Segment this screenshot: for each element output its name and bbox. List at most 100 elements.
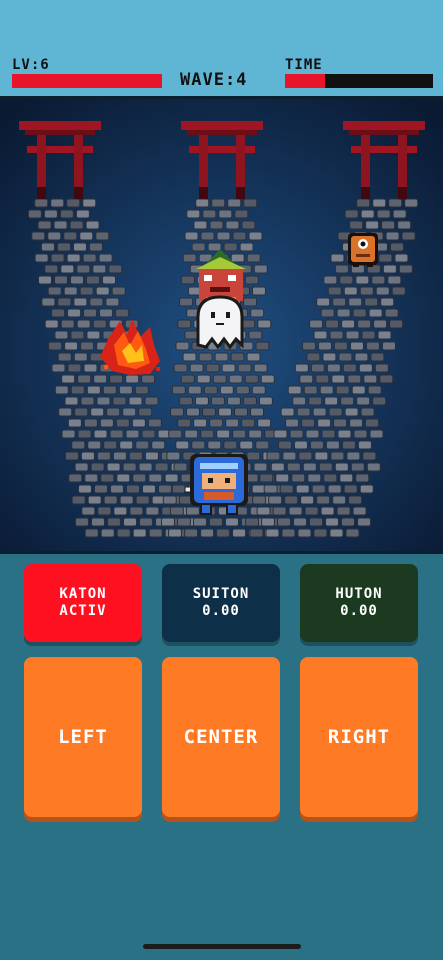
cobblestone (70, 275, 85, 285)
cobblestone (369, 429, 384, 439)
cobblestone (253, 264, 268, 274)
cobblestone (67, 418, 82, 428)
cobblestone (200, 429, 215, 439)
cobblestone (170, 407, 185, 417)
cobblestone (293, 517, 308, 527)
cobblestone (323, 275, 338, 285)
right-lane-button[interactable]: RIGHT (300, 657, 418, 817)
cobblestone (357, 319, 372, 329)
cobblestone (279, 484, 294, 494)
cobblestone (317, 418, 332, 428)
huton-button[interactable]: HUTON 0.00 (300, 564, 418, 642)
scene-divider (0, 551, 443, 554)
cobblestone (230, 352, 245, 362)
cobblestone (102, 385, 117, 395)
cobblestone (108, 264, 123, 274)
cobblestone (109, 374, 124, 384)
cobblestone (277, 517, 292, 527)
cobblestone (198, 352, 213, 362)
cobblestone (138, 407, 153, 417)
time-label: TIME (285, 57, 323, 73)
cobblestone (249, 528, 264, 538)
cobblestone (357, 517, 372, 527)
cobblestone (184, 429, 199, 439)
center-lane-button[interactable]: CENTER (162, 657, 280, 817)
cobblestone (44, 319, 59, 329)
cobblestone (107, 517, 122, 527)
cobblestone (317, 341, 332, 351)
cobblestone (272, 506, 287, 516)
cobblestone (69, 220, 84, 230)
cobblestone (112, 396, 127, 406)
cobblestone (53, 220, 68, 230)
katon-status: ACTIV (59, 603, 107, 619)
cobblestone (141, 429, 156, 439)
cobblestone (333, 418, 348, 428)
cobblestone (64, 341, 79, 351)
cobblestone (210, 396, 225, 406)
cobblestone (73, 352, 88, 362)
cobblestone (299, 374, 314, 384)
left-lane-button[interactable]: LEFT (24, 657, 142, 817)
cobblestone (234, 209, 249, 219)
cobblestone (67, 308, 82, 318)
cobblestone (184, 231, 199, 241)
cobblestone (401, 231, 416, 241)
cobblestone (98, 253, 113, 263)
home-indicator[interactable] (143, 944, 301, 949)
katon-button[interactable]: KATON ACTIV (24, 564, 142, 642)
suiton-button[interactable]: SUITON 0.00 (162, 564, 280, 642)
cobblestone (255, 440, 270, 450)
cobblestone (366, 462, 381, 472)
cobblestone (77, 484, 92, 494)
cobblestone (352, 506, 367, 516)
cobblestone (193, 418, 208, 428)
cobblestone (100, 473, 115, 483)
cobblestone (131, 418, 146, 428)
cobblestone (51, 308, 66, 318)
suiton-label: SUITON (192, 586, 250, 602)
cobblestone (335, 385, 350, 395)
cobblestone (357, 440, 372, 450)
cobblestone (47, 231, 62, 241)
cobblestone (141, 374, 156, 384)
cobblestone (341, 440, 356, 450)
huton-cooldown: 0.00 (340, 603, 378, 619)
cobblestone (350, 462, 365, 472)
cobblestone (90, 407, 105, 417)
cobblestone (302, 462, 317, 472)
level-bar-fill (12, 74, 162, 88)
cobblestone (119, 440, 134, 450)
cobblestone (310, 363, 325, 373)
cobblestone (209, 220, 224, 230)
cobblestone (389, 319, 404, 329)
cobblestone (243, 297, 258, 307)
cobblestone (122, 462, 137, 472)
cobblestone (223, 242, 238, 252)
cobblestone (138, 462, 153, 472)
cobblestone (81, 506, 96, 516)
cobblestone (371, 275, 386, 285)
cobblestone (186, 209, 201, 219)
cobblestone (359, 286, 374, 296)
cobblestone (75, 209, 90, 219)
cobblestone (330, 451, 345, 461)
cobblestone (321, 429, 336, 439)
cobblestone (70, 385, 85, 395)
cobblestone (332, 297, 347, 307)
cobblestone (176, 517, 191, 527)
cobblestone (218, 407, 233, 417)
cobblestone (361, 330, 376, 340)
cobblestone (97, 506, 112, 516)
cobblestone (281, 528, 296, 538)
cobblestone (178, 396, 193, 406)
cobblestone (40, 242, 55, 252)
cobblestone (351, 385, 366, 395)
cobblestone (234, 407, 249, 417)
cobblestone (191, 242, 206, 252)
cobblestone (250, 308, 265, 318)
cobblestone (132, 528, 147, 538)
cobblestone (54, 330, 69, 340)
game-scene[interactable] (0, 99, 443, 551)
cobblestone (404, 198, 419, 208)
